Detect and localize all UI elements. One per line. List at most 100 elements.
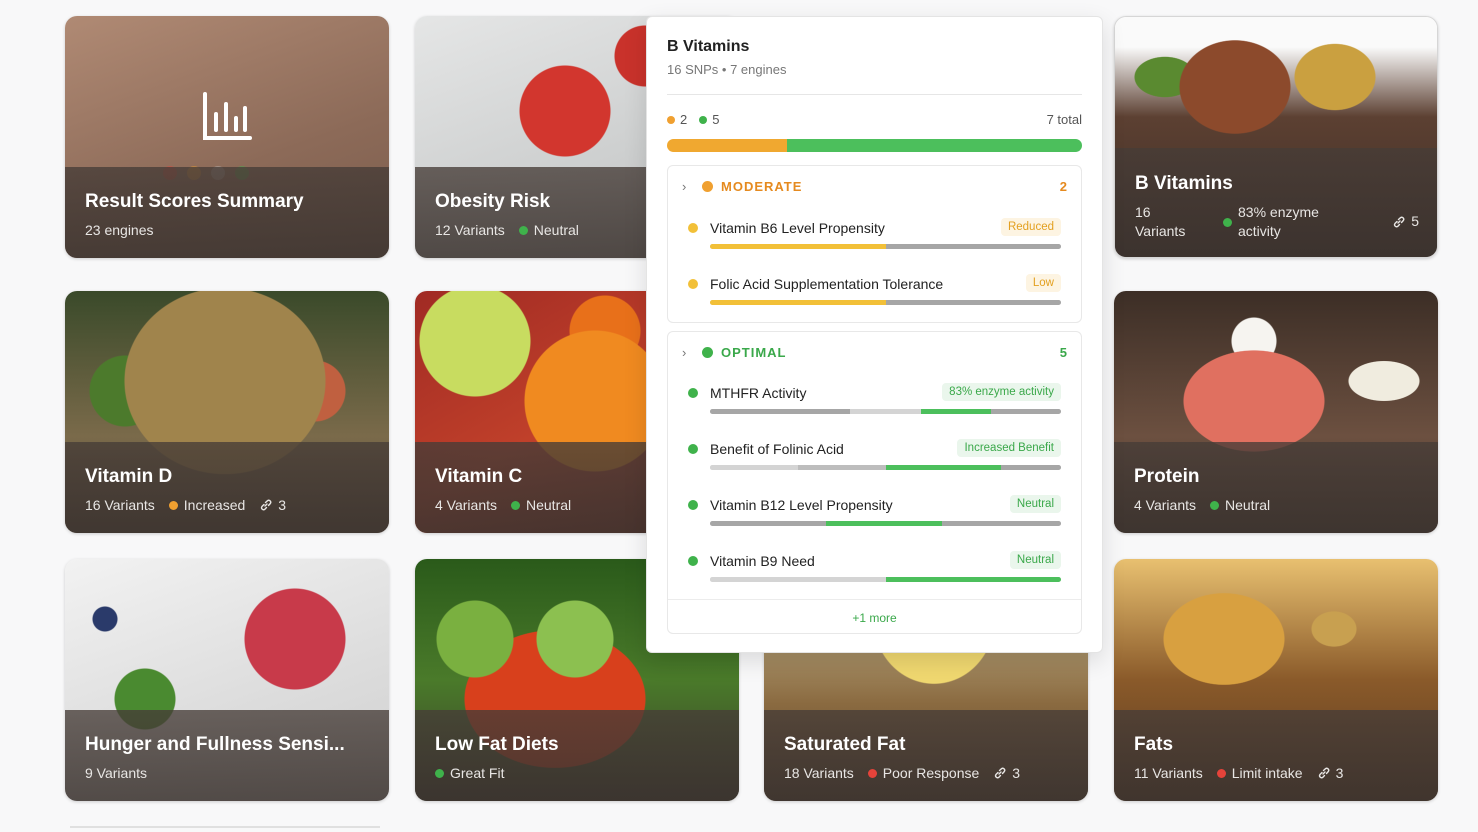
status-dot	[1216, 768, 1226, 778]
chevron-right-icon[interactable]: ›	[682, 179, 702, 194]
status-dot	[435, 768, 444, 778]
summary-bar-moderate	[667, 139, 788, 152]
card-title: Result Scores Summary	[85, 191, 304, 212]
list-item[interactable]: MTHFR Activity 83% enzyme activity	[688, 382, 1061, 422]
status-dot	[688, 500, 698, 510]
variants-count: 16 Variants	[1135, 204, 1186, 239]
group-optimal: › OPTIMAL 5 MTHFR Activity 83% enzyme ac…	[667, 331, 1082, 634]
variants-count: 9 Variants	[85, 765, 147, 781]
variants-count: 16 Variants	[85, 497, 155, 513]
status-dot	[688, 388, 698, 398]
divider	[668, 599, 1081, 600]
card-meta: 23 engines	[85, 222, 154, 238]
moderate-dot	[667, 115, 675, 124]
status-badge: Low	[1025, 274, 1061, 292]
link-icon	[995, 767, 1006, 779]
card-meta: Great Fit	[435, 765, 504, 781]
links-count: 3	[1317, 765, 1343, 781]
level-bar	[710, 300, 1061, 305]
status-dot	[1210, 500, 1219, 510]
card-title: Obesity Risk	[435, 191, 551, 212]
list-item[interactable]: Vitamin B6 Level Propensity Reduced	[688, 217, 1061, 257]
list-item[interactable]: Benefit of Folinic Acid Increased Benefi…	[688, 438, 1061, 478]
status-label: Neutral	[526, 497, 572, 513]
status-label: 83% enzyme activity	[1223, 203, 1333, 241]
card-meta: 12 Variants Neutral	[435, 222, 579, 238]
moderate-count: 2	[680, 112, 688, 127]
card-title: Protein	[1134, 466, 1200, 487]
list-item[interactable]: Vitamin B12 Level Propensity Neutral	[688, 494, 1061, 534]
card-vitamin-d[interactable]: Vitamin D 16 Variants Increased 3	[65, 291, 389, 533]
card-meta: 4 Variants Neutral	[1134, 497, 1270, 513]
status-badge: Reduced	[1000, 218, 1061, 236]
status-counts: 2 5	[667, 112, 719, 127]
level-bar	[710, 521, 1061, 526]
group-moderate: › MODERATE 2 Vitamin B6 Level Propensity…	[667, 165, 1082, 323]
status-dot	[518, 225, 528, 235]
variants-count: 18 Variants	[784, 765, 854, 781]
status-dot	[168, 500, 178, 510]
group-header-optimal[interactable]: › OPTIMAL 5	[682, 344, 1067, 360]
divider	[667, 94, 1082, 95]
list-item[interactable]: Folic Acid Supplementation Tolerance Low	[688, 273, 1061, 313]
summary-bar	[667, 139, 1082, 152]
status-dot	[511, 500, 520, 510]
card-title: Vitamin C	[435, 466, 523, 487]
status-badge: Increased Benefit	[957, 439, 1061, 457]
item-name: Folic Acid Supplementation Tolerance	[710, 276, 944, 292]
status-label: Increased	[183, 497, 246, 513]
variants-count: 11 Variants	[1134, 765, 1203, 781]
status-badge: Neutral	[1009, 551, 1061, 569]
engines-count: 23 engines	[85, 222, 154, 238]
status-label: Limit intake	[1231, 765, 1303, 781]
summary-bar-optimal	[787, 139, 1082, 152]
bar-chart-icon	[203, 92, 252, 140]
chevron-right-icon[interactable]: ›	[682, 345, 702, 360]
variants-count: 4 Variants	[435, 497, 497, 513]
status-dot	[688, 223, 698, 233]
links-count: 3	[259, 497, 286, 513]
card-title: Fats	[1134, 734, 1174, 755]
variants-count: 4 Variants	[1134, 497, 1196, 513]
status-dot	[1223, 218, 1232, 227]
status-label: Neutral	[533, 222, 579, 238]
level-bar	[710, 409, 1061, 414]
link-icon	[1394, 216, 1405, 227]
status-badge: Neutral	[1009, 495, 1061, 513]
item-name: MTHFR Activity	[710, 385, 807, 401]
group-label: MODERATE	[721, 178, 803, 194]
divider	[70, 826, 380, 828]
card-meta: 11 Variants Limit intake 3	[1134, 765, 1343, 781]
total-count: 7 total	[1046, 112, 1082, 127]
optimal-count: 5	[712, 112, 720, 127]
show-more-link[interactable]: +1 more	[668, 611, 1081, 625]
card-title: Saturated Fat	[784, 734, 906, 755]
list-item[interactable]: Vitamin B9 Need Neutral	[688, 550, 1061, 590]
group-header-moderate[interactable]: › MODERATE 2	[682, 178, 1067, 194]
group-count: 2	[1059, 178, 1067, 194]
card-hunger-fullness[interactable]: Hunger and Fullness Sensi... 9 Variants	[65, 559, 389, 801]
status-dot	[688, 556, 698, 566]
card-protein[interactable]: Protein 4 Variants Neutral	[1114, 291, 1438, 533]
item-name: Vitamin B6 Level Propensity	[710, 220, 885, 236]
status-label: Great Fit	[450, 765, 505, 781]
card-meta: 4 Variants Neutral	[435, 497, 571, 513]
optimal-dot	[699, 115, 708, 124]
card-title: Vitamin D	[85, 466, 173, 487]
item-name: Vitamin B12 Level Propensity	[710, 497, 893, 513]
links-count: 5	[1392, 212, 1419, 231]
item-name: Benefit of Folinic Acid	[710, 441, 844, 457]
optimal-dot	[702, 346, 713, 358]
card-fats[interactable]: Fats 11 Variants Limit intake 3	[1114, 559, 1438, 801]
links-count: 3	[993, 765, 1020, 781]
popover-title: B Vitamins	[667, 38, 750, 55]
card-title: B Vitamins	[1135, 173, 1233, 194]
link-icon	[261, 499, 272, 511]
group-label: OPTIMAL	[721, 344, 787, 360]
group-count: 5	[1059, 344, 1067, 360]
popover-subtitle: 16 SNPs • 7 engines	[667, 62, 787, 77]
status-label: Neutral	[1225, 497, 1271, 513]
card-result-scores-summary[interactable]: Result Scores Summary 23 engines	[65, 16, 389, 258]
b-vitamins-popover: B Vitamins 16 SNPs • 7 engines 2 5 7 tot…	[646, 16, 1103, 653]
card-b-vitamins[interactable]: B Vitamins 16 Variants 83% enzyme activity…	[1114, 16, 1438, 258]
